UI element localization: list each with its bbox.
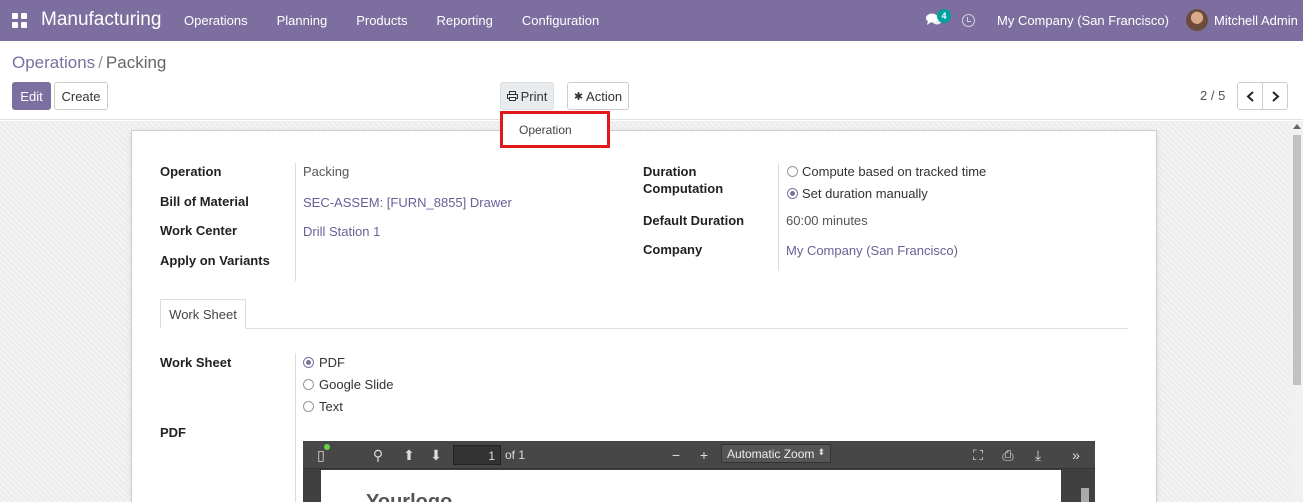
zoom-out-icon[interactable]: − [668,447,684,463]
print-dropdown: Operation [500,111,610,148]
scroll-thumb[interactable] [1293,135,1301,385]
print-icon [506,91,518,101]
arrow-up-icon[interactable]: ⬆ [401,447,417,463]
pdf-page-input[interactable]: 1 [453,445,501,465]
arrow-down-icon[interactable]: ⬇ [428,447,444,463]
left-group-divider [295,163,296,281]
download-icon[interactable]: ⤓ [1030,447,1046,463]
pdf-scroll-thumb[interactable] [1081,488,1089,502]
default-duration-value: 60:00 minutes [786,213,868,228]
menu-planning[interactable]: Planning [277,13,328,28]
operation-value: Packing [303,164,350,179]
pdf-page: Yourlogo [321,470,1061,502]
pager-next-button[interactable] [1262,82,1288,110]
menu-operations[interactable]: Operations [184,13,248,28]
company-label: Company [643,242,703,257]
create-button[interactable]: Create [54,82,108,110]
radio-compute-tracked-label[interactable]: Compute based on tracked time [802,164,986,179]
duration-computation-label: Duration [643,164,697,179]
breadcrumb-current: Packing [105,53,167,72]
page-scrollbar[interactable] [1290,121,1303,502]
edit-button[interactable]: Edit [12,82,51,110]
zoom-in-icon[interactable]: + [696,447,712,463]
notification-dot [324,444,330,450]
more-tools-icon[interactable]: » [1068,447,1084,463]
radio-google-slide[interactable] [303,379,314,390]
worksheet-divider [295,353,296,502]
pdf-scrollbar[interactable] [1079,470,1091,502]
workcenter-link[interactable]: Drill Station 1 [303,224,380,239]
print-label: Print [520,88,548,104]
search-icon[interactable]: ⚲ [370,447,386,463]
clock-icon[interactable] [962,14,975,27]
scroll-up-arrow-icon[interactable] [1293,124,1301,129]
company-link[interactable]: My Company (San Francisco) [786,243,958,258]
tabs-border [160,328,1128,329]
radio-google-slide-label[interactable]: Google Slide [319,377,393,392]
print-pdf-icon[interactable]: ⎙ [1000,447,1016,463]
breadcrumb-separator: / [98,53,103,72]
tab-work-sheet[interactable]: Work Sheet [160,299,246,329]
radio-text-label[interactable]: Text [319,399,343,414]
pdf-page-count: of 1 [505,448,526,462]
right-group-divider [778,163,779,270]
chat-count-badge: 4 [937,9,951,23]
radio-text[interactable] [303,401,314,412]
menu-products[interactable]: Products [356,13,407,28]
radio-compute-tracked[interactable] [787,166,798,177]
bom-label: Bill of Material [160,194,249,209]
gear-icon: ✱ [573,90,584,103]
pdf-zoom-value: Automatic Zoom [727,447,815,461]
breadcrumb: Operations / Packing [12,53,166,73]
control-panel: Operations / Packing Edit Create Print ✱ A… [0,41,1303,120]
pdf-toolbar: ▯ ⚲ ⬆ ⬇ 1 of 1 − + Automatic Zoom ⬍ ⛶ ⎙ ⤓… [303,441,1095,469]
duration-computation-label-2: Computation [643,181,724,196]
action-label: Action [586,88,623,104]
radio-set-manually-label[interactable]: Set duration manually [802,186,928,201]
company-switcher[interactable]: My Company (San Francisco) [997,13,1169,28]
select-caret-icon: ⬍ [817,447,825,457]
main-menu: Operations Planning Products Reporting C… [184,0,628,41]
action-button[interactable]: ✱ Action [567,82,629,110]
app-title[interactable]: Manufacturing [41,9,161,31]
radio-set-manually[interactable] [787,188,798,199]
menu-configuration[interactable]: Configuration [522,13,599,28]
worksheet-label: Work Sheet [160,355,232,370]
pdf-label: PDF [160,425,186,440]
user-menu[interactable]: Mitchell Admin [1214,13,1298,28]
pdf-logo-text: Yourlogo [366,491,453,502]
pager-value[interactable]: 2 / 5 [1200,88,1225,103]
breadcrumb-parent[interactable]: Operations [12,53,95,72]
chevron-right-icon [1271,90,1279,102]
fullscreen-icon[interactable]: ⛶ [970,447,986,463]
workcenter-label: Work Center [160,223,238,238]
print-menu-item-operation[interactable]: Operation [519,123,572,137]
pager-previous-button[interactable] [1237,82,1263,110]
bom-link[interactable]: SEC-ASSEM: [FURN_8855] Drawer [303,195,512,210]
avatar[interactable] [1186,9,1208,31]
apply-variants-label: Apply on Variants [160,253,270,268]
chevron-left-icon [1246,90,1254,102]
top-navbar: Manufacturing Operations Planning Produc… [0,0,1303,41]
pdf-zoom-select[interactable]: Automatic Zoom ⬍ [721,444,831,463]
apps-menu-icon[interactable] [12,13,27,28]
form-sheet: Operation Packing Bill of Material SEC-A… [131,130,1157,502]
print-button[interactable]: Print [500,82,554,110]
operation-label: Operation [160,164,222,179]
radio-pdf-label[interactable]: PDF [319,355,345,370]
radio-pdf[interactable] [303,357,314,368]
pdf-viewer: ▯ ⚲ ⬆ ⬇ 1 of 1 − + Automatic Zoom ⬍ ⛶ ⎙ ⤓… [303,441,1095,502]
menu-reporting[interactable]: Reporting [437,13,493,28]
default-duration-label: Default Duration [643,213,745,228]
